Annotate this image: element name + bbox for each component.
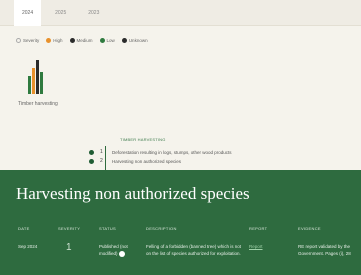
legend-label: Low — [106, 38, 115, 43]
legend-dot — [69, 38, 75, 43]
chart-bar — [32, 68, 35, 94]
tab-2023[interactable]: 2023 — [80, 0, 107, 26]
column-header-date: DATE — [18, 226, 30, 231]
legend-label: Medium — [76, 38, 93, 43]
info-icon[interactable] — [118, 250, 125, 257]
legend-item-severity[interactable]: Severity — [16, 38, 39, 43]
timeline-heading: TIMBER HARVESTING — [120, 137, 166, 142]
cell-date: Sep 2024 — [18, 244, 38, 249]
report-link[interactable]: Report — [249, 243, 289, 250]
cell-status: Published (not modified) — [99, 243, 141, 257]
timeline-text: Harvesting non authorized species — [112, 158, 182, 164]
column-header-report: REPORT — [249, 226, 268, 231]
column-header-description: DESCRIPTION — [146, 226, 177, 231]
chart-bar — [36, 60, 39, 94]
cell-evidence: RE report validated by the Government. P… — [298, 244, 351, 256]
chart-label: Timber harvesting — [18, 101, 58, 107]
timeline-number: 1 — [100, 149, 103, 155]
column-header-severity: SEVERITY — [58, 226, 81, 231]
legend-item-low[interactable]: Low — [99, 38, 115, 43]
chart-bar — [40, 72, 43, 94]
legend-item-medium[interactable]: Medium — [69, 38, 93, 43]
cell-description: Felling of a forbidden (banned tree) whi… — [146, 244, 242, 256]
legend-label: Severity — [23, 38, 40, 43]
timeline-dot — [89, 158, 94, 164]
legend-label: Unknown — [128, 38, 148, 43]
timeline-item[interactable]: 1 Deforestation resulting in logs, stump… — [89, 149, 232, 155]
legend-item-unknown[interactable]: Unknown — [121, 38, 148, 43]
mini-bar-chart[interactable] — [20, 58, 50, 94]
timeline-number: 2 — [100, 158, 103, 164]
timeline-item[interactable]: 2 Harvesting non authorized species — [89, 158, 181, 164]
legend-dot — [121, 38, 127, 43]
legend-label: High — [53, 38, 63, 43]
timeline-text: Deforestation resulting in logs, stumps,… — [112, 149, 232, 155]
legend-dot — [99, 38, 105, 43]
chart-bar — [28, 76, 31, 94]
legend-dot — [46, 38, 52, 43]
legend-item-high[interactable]: High — [46, 38, 63, 43]
panel-title: Harvesting non authorized species — [16, 184, 250, 203]
column-header-evidence: EVIDENCE — [298, 226, 321, 231]
cell-severity: 1 — [66, 242, 72, 253]
tab-2024[interactable]: 2024 — [14, 0, 42, 26]
severity-legend: Severity High Medium Low Unknown — [16, 38, 148, 43]
detail-panel: Harvesting non authorized species DATE S… — [0, 170, 361, 275]
tab-2025[interactable]: 2025 — [47, 0, 74, 26]
legend-dot — [16, 38, 21, 43]
timeline-dot — [89, 149, 94, 155]
column-header-status: STATUS — [99, 226, 116, 231]
year-tabs: 2024 2025 2023 — [0, 0, 361, 26]
